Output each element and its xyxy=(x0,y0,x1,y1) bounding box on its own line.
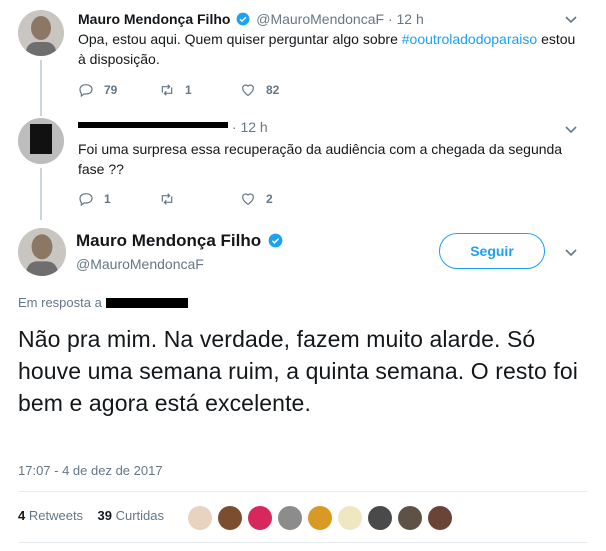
avatar[interactable] xyxy=(18,118,64,164)
reply-button[interactable]: 79 xyxy=(78,82,117,98)
like-count: 82 xyxy=(266,83,280,97)
liker-avatar[interactable] xyxy=(428,506,452,530)
divider xyxy=(18,491,588,492)
author-handle[interactable]: @MauroMendoncaF xyxy=(76,256,204,272)
avatar[interactable] xyxy=(18,10,64,56)
separator-dot: · xyxy=(387,11,393,27)
retweet-icon xyxy=(161,193,173,205)
chevron-down-icon[interactable] xyxy=(564,122,578,136)
tweet-text: Foi uma surpresa essa recuperação da aud… xyxy=(78,141,563,177)
engagement-stats: 4 Retweets 39 Curtidas xyxy=(18,508,164,523)
author-name[interactable]: Mauro Mendonça Filho xyxy=(78,11,230,27)
liker-avatar[interactable] xyxy=(188,506,212,530)
tweet-text: Opa, estou aqui. Quem quiser perguntar a… xyxy=(78,31,576,67)
main-tweet-text: Não pra mim. Na verdade, fazem muito ala… xyxy=(18,326,578,416)
tweet-2[interactable]: · 12 h Foi uma surpresa essa recuperação… xyxy=(0,118,606,218)
liker-avatar[interactable] xyxy=(278,506,302,530)
hashtag-link[interactable]: #ooutroladodoparaiso xyxy=(402,31,537,47)
like-icon xyxy=(242,193,254,206)
like-count: 2 xyxy=(266,192,273,206)
reply-count: 79 xyxy=(104,83,118,97)
reply-icon xyxy=(79,84,93,98)
tweet-timestamp[interactable]: 17:07 - 4 de dez de 2017 xyxy=(18,463,163,478)
likes-stat[interactable]: 39 Curtidas xyxy=(98,508,165,523)
like-button[interactable]: 2 xyxy=(240,191,273,207)
author-handle[interactable]: @MauroMendoncaF xyxy=(256,11,384,27)
liker-avatar[interactable] xyxy=(248,506,272,530)
retweet-count: 1 xyxy=(185,83,192,97)
avatar[interactable] xyxy=(18,228,66,276)
reply-icon xyxy=(79,193,93,207)
retweets-stat[interactable]: 4 Retweets xyxy=(18,508,83,523)
liker-avatar[interactable] xyxy=(338,506,362,530)
tweet-1[interactable]: Mauro Mendonça Filho @MauroMendoncaF · 1… xyxy=(0,10,606,110)
liker-avatar[interactable] xyxy=(368,506,392,530)
like-icon xyxy=(242,84,254,97)
redacted-reply-target xyxy=(105,298,188,308)
reply-context: Em resposta a xyxy=(18,295,188,310)
chevron-down-icon[interactable] xyxy=(564,12,578,26)
chevron-down-icon[interactable] xyxy=(564,245,578,259)
follow-button[interactable]: Seguir xyxy=(439,233,545,269)
tweet-time[interactable]: 12 h xyxy=(240,119,267,135)
redacted-author xyxy=(78,122,228,128)
retweet-button[interactable]: 1 xyxy=(159,82,192,98)
reply-button[interactable]: 1 xyxy=(78,191,111,207)
verified-icon xyxy=(268,233,283,248)
like-button[interactable]: 82 xyxy=(240,82,279,98)
liker-avatar[interactable] xyxy=(398,506,422,530)
retweet-icon xyxy=(161,84,173,96)
liker-avatar[interactable] xyxy=(218,506,242,530)
reply-count: 1 xyxy=(104,192,111,206)
divider xyxy=(18,542,588,543)
separator-dot: · xyxy=(231,119,237,135)
liker-avatar[interactable] xyxy=(308,506,332,530)
tweet-time[interactable]: 12 h xyxy=(397,11,424,27)
verified-icon xyxy=(236,12,250,26)
retweet-button[interactable] xyxy=(159,191,185,207)
author-name[interactable]: Mauro Mendonça Filho xyxy=(76,231,285,251)
